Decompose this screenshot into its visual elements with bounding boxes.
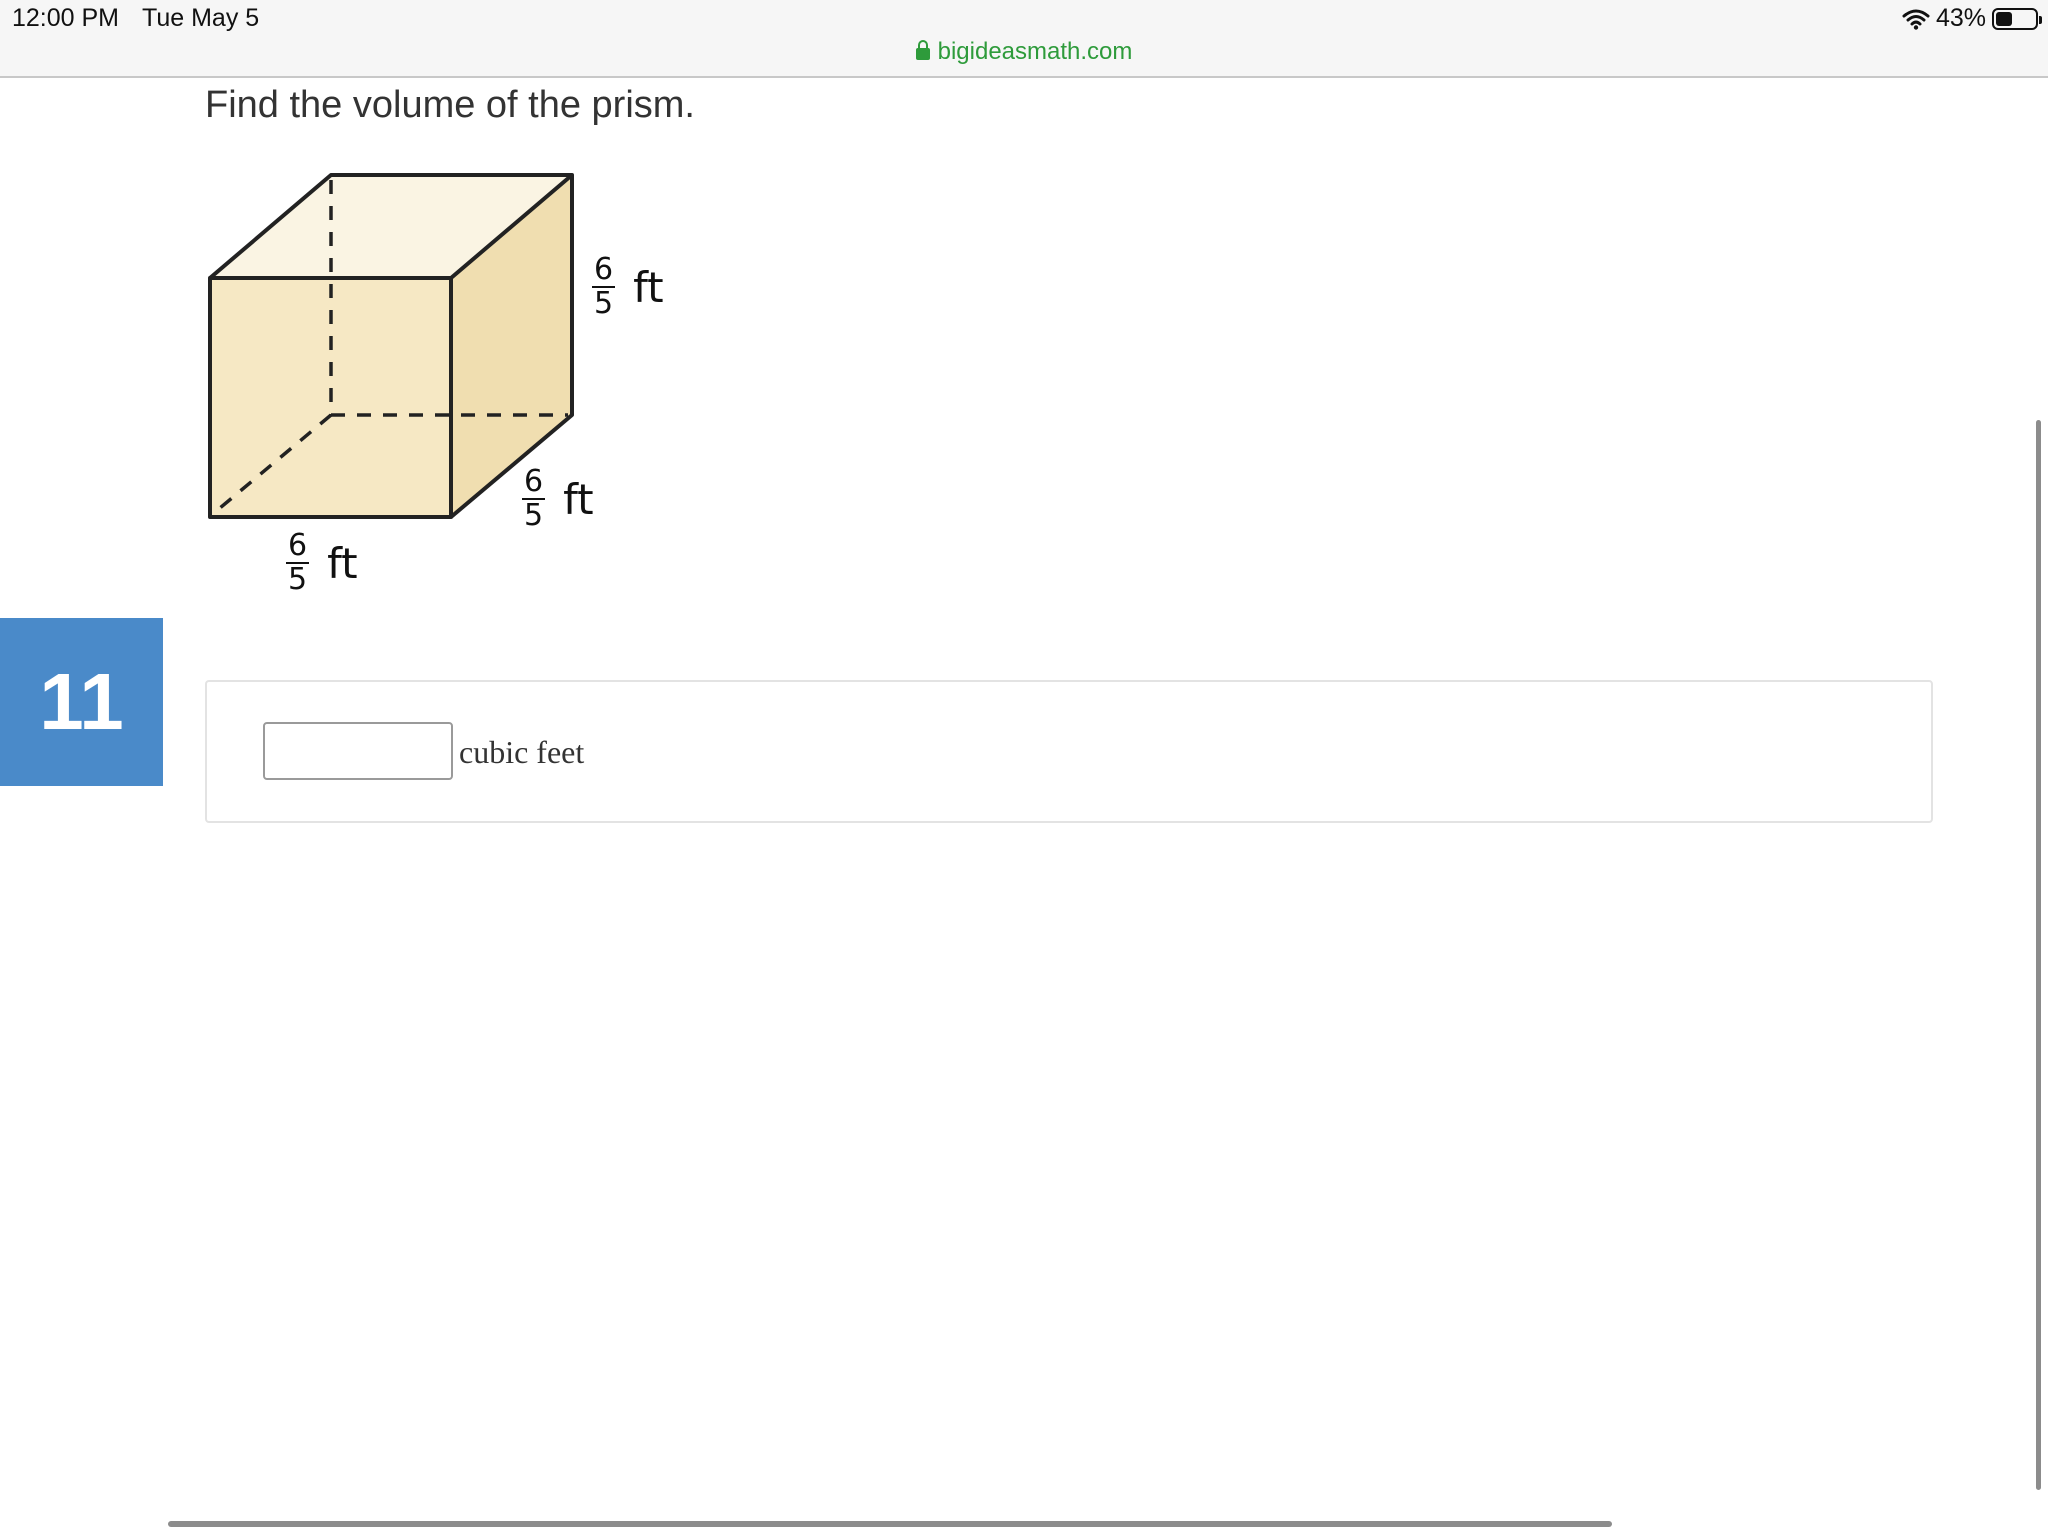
- prism-diagram: [208, 173, 574, 519]
- width-numerator: 6: [286, 528, 310, 564]
- height-denominator: 5: [594, 286, 614, 321]
- battery-fill: [1996, 11, 2013, 26]
- height-numerator: 6: [592, 252, 616, 288]
- lock-icon: [915, 40, 930, 60]
- depth-numerator: 6: [522, 464, 546, 500]
- depth-denominator: 5: [524, 498, 544, 533]
- horizontal-scrollbar[interactable]: [168, 1521, 1612, 1527]
- url-text: bigideasmath.com: [937, 38, 1133, 65]
- wifi-icon: [1902, 9, 1930, 30]
- status-indicators: 43%: [1902, 4, 2042, 33]
- height-label: 65 ft: [592, 254, 664, 320]
- address-bar[interactable]: bigideasmath.com: [0, 38, 2048, 66]
- prism-figure: 65 ft 65 ft 65 ft: [200, 160, 760, 625]
- depth-label: 65 ft: [522, 466, 594, 532]
- question-number-badge: 11: [0, 618, 163, 786]
- vertical-scrollbar[interactable]: [2036, 420, 2041, 1490]
- battery-icon: [1992, 7, 2042, 30]
- question-prompt: Find the volume of the prism.: [205, 84, 695, 126]
- width-unit: ft: [327, 538, 358, 588]
- width-denominator: 5: [288, 562, 308, 597]
- status-date: Tue May 5: [142, 4, 260, 32]
- answer-box: cubic feet: [205, 680, 1933, 823]
- status-time: 12:00 PM: [12, 4, 120, 32]
- depth-unit: ft: [563, 474, 594, 524]
- volume-answer-input[interactable]: [263, 722, 453, 780]
- battery-percent: 43%: [1935, 4, 1986, 32]
- height-unit: ft: [633, 262, 664, 312]
- answer-unit-label: cubic feet: [459, 734, 585, 770]
- width-label: 65 ft: [286, 530, 358, 596]
- status-bar: 12:00 PM Tue May 5 43% bigideasmath.com: [0, 0, 2048, 78]
